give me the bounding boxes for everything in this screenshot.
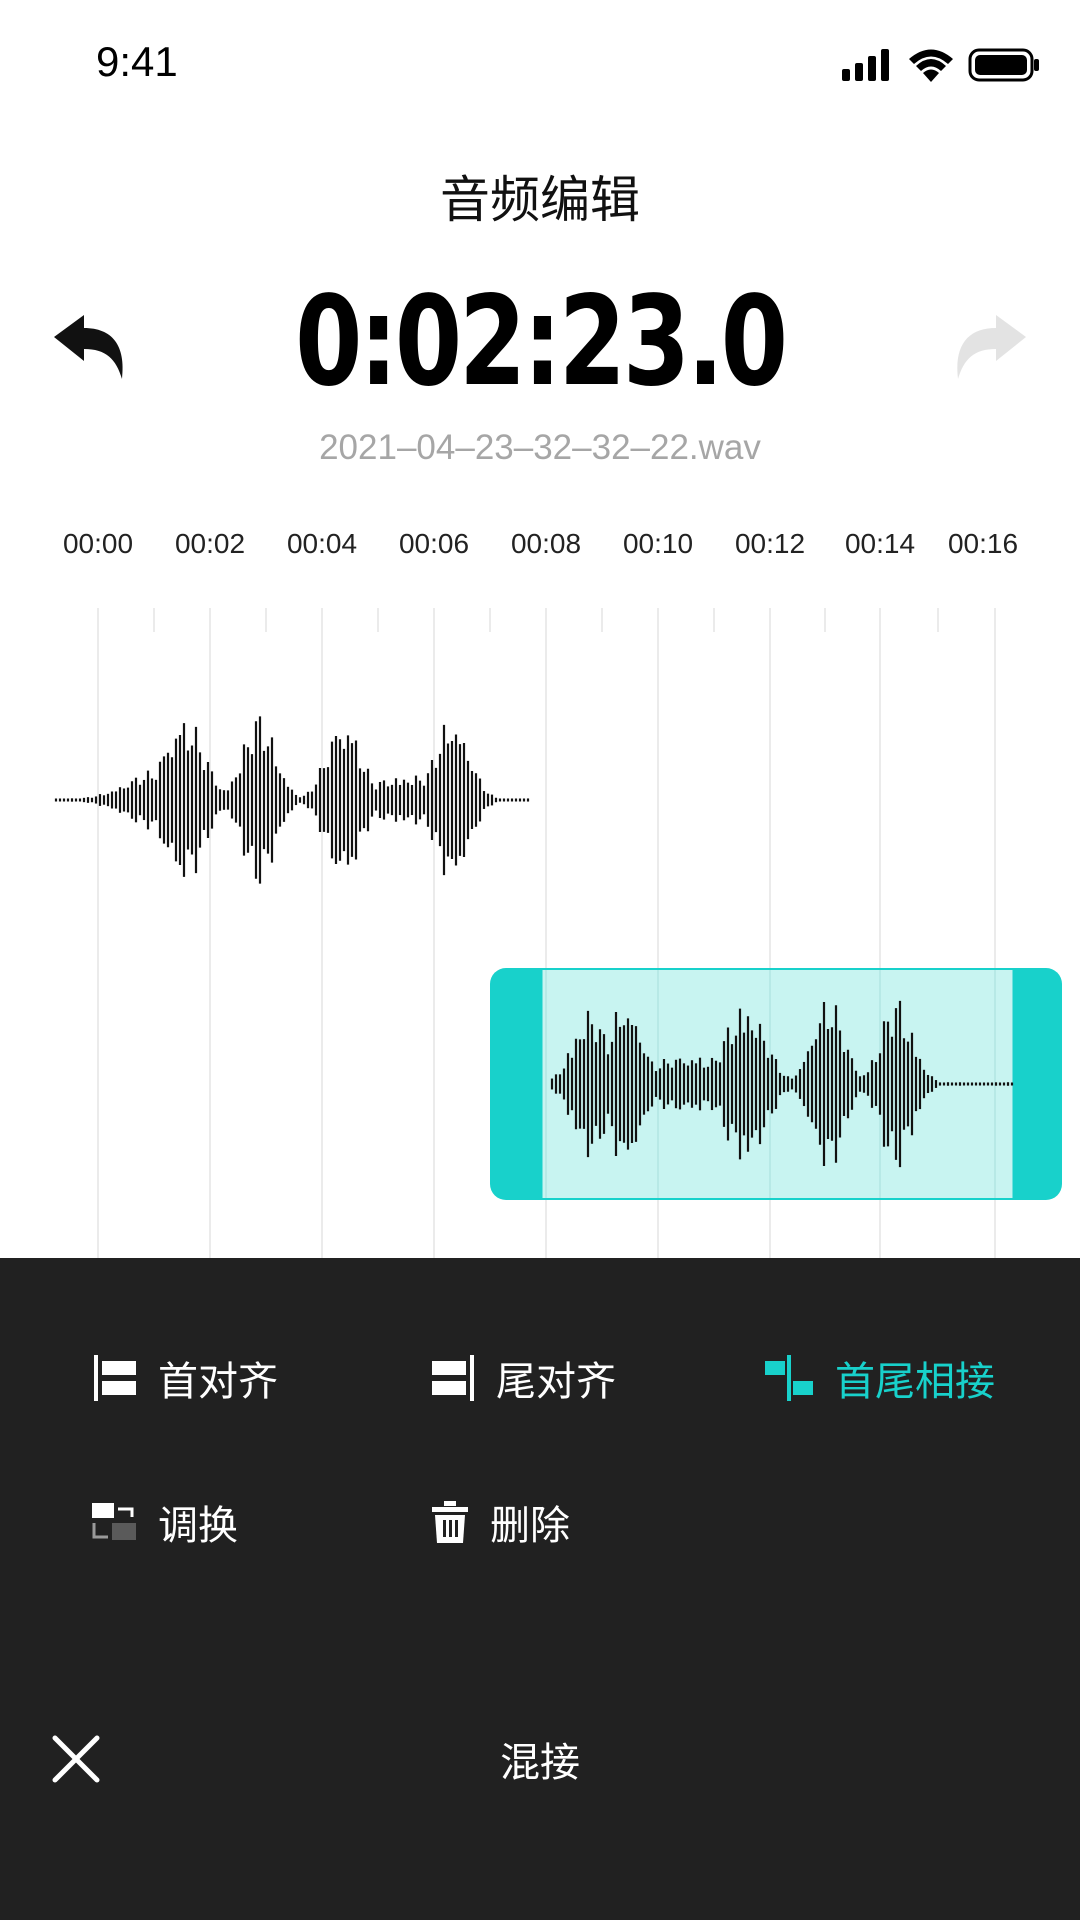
- ruler-label: 00:02: [174, 528, 246, 559]
- status-icons: [842, 48, 1040, 82]
- ruler-label: 00:12: [734, 528, 806, 559]
- ruler-label: 00:16: [947, 528, 1019, 559]
- redo-icon[interactable]: [952, 315, 1026, 381]
- page-title: 音频编辑: [440, 171, 640, 229]
- swap-button[interactable]: 调换: [92, 1493, 238, 1551]
- ruler-label: 00:10: [622, 528, 694, 559]
- delete-label: 删除: [490, 1503, 570, 1549]
- swap-label: 调换: [158, 1503, 238, 1549]
- align-start-icon: [94, 1355, 136, 1401]
- align-start-label: 首对齐: [158, 1359, 278, 1405]
- mix-title: 混接: [500, 1740, 580, 1786]
- align-end-label: 尾对齐: [496, 1359, 616, 1405]
- join-icon: [765, 1355, 813, 1401]
- swap-icon: [92, 1503, 136, 1540]
- align-start-button[interactable]: 首对齐: [94, 1349, 278, 1407]
- delete-button[interactable]: 删除: [432, 1493, 570, 1551]
- audio-track-1-waveform[interactable]: [54, 716, 530, 884]
- ruler-label: 00:14: [844, 528, 916, 559]
- join-button[interactable]: 首尾相接: [765, 1349, 995, 1407]
- battery-icon: [968, 48, 1039, 82]
- status-bar: 9:41: [0, 0, 1080, 140]
- ruler-label: 00:08: [510, 528, 582, 559]
- time-display: 0:02:23.0: [295, 270, 788, 414]
- time-ruler: 00:00 00:02 00:04 00:06 00:08 00:10 00:1…: [0, 528, 1080, 568]
- ruler-label: 00:00: [62, 528, 134, 559]
- wifi-icon: [909, 49, 953, 82]
- join-label: 首尾相接: [835, 1359, 995, 1405]
- align-end-icon: [432, 1355, 474, 1401]
- ruler-label: 00:04: [286, 528, 358, 559]
- timeline[interactable]: [0, 608, 1080, 1258]
- status-time: 9:41: [96, 38, 178, 85]
- file-name: 2021–04–23–32–32–22.wav: [319, 428, 761, 467]
- trash-icon: [432, 1501, 468, 1543]
- undo-icon[interactable]: [54, 315, 128, 381]
- align-end-button[interactable]: 尾对齐: [432, 1349, 616, 1407]
- audio-track-2-clip[interactable]: [490, 968, 1062, 1200]
- signal-icon: [842, 49, 889, 81]
- ruler-label: 00:06: [398, 528, 470, 559]
